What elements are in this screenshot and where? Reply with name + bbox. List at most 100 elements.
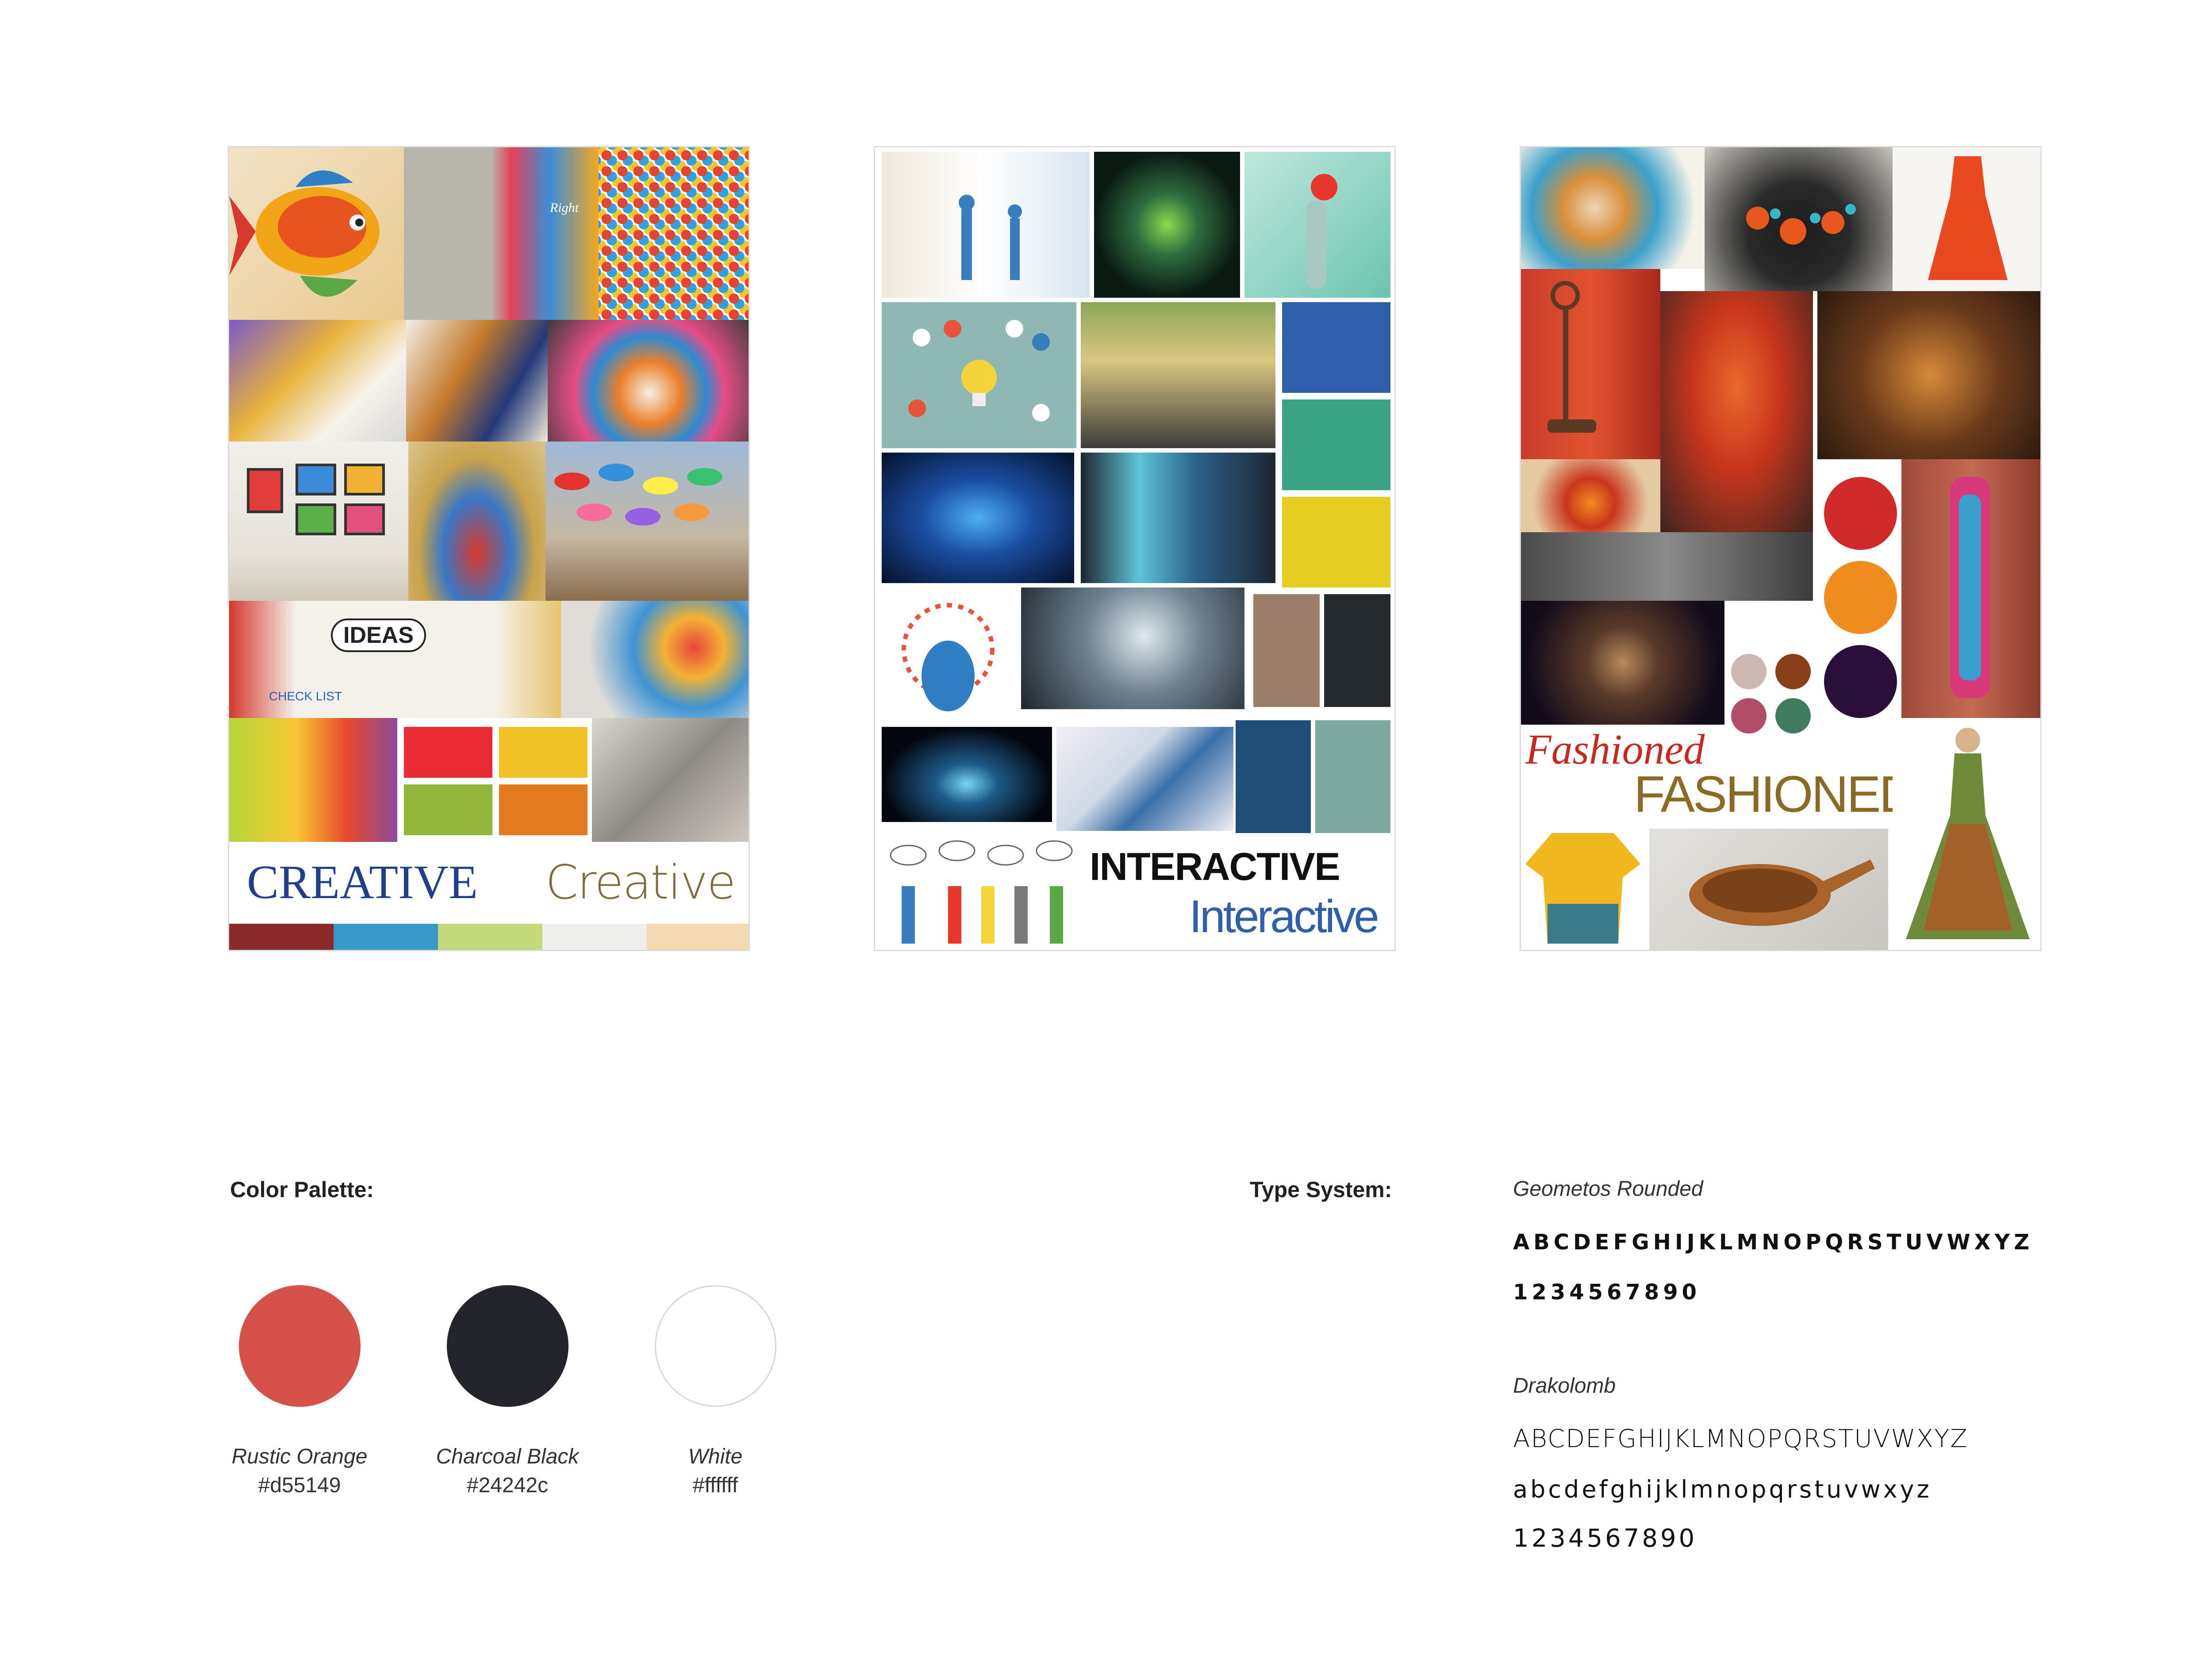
- image-blue-room: [882, 453, 1074, 583]
- fashioned-title-caps: FASHIONED: [1634, 765, 1916, 823]
- image-touchscreen-man: [1021, 588, 1244, 709]
- creative-swatch-orange: [499, 784, 588, 835]
- palette-circle-charcoal-black: [447, 1285, 568, 1407]
- creative-strip-2: [334, 924, 438, 950]
- geometos-numerals: 1234567890: [1513, 1280, 1701, 1305]
- image-mannequin-gown: [1893, 718, 2040, 950]
- image-light-tree: [882, 727, 1052, 822]
- image-portrait-collage: [1521, 147, 1705, 269]
- people-silhouette-icon: [959, 195, 1022, 280]
- lightbulb-icon: [908, 320, 1050, 422]
- palette-name-white: White: [688, 1445, 743, 1468]
- image-color-dots: [599, 147, 749, 320]
- moodboard-fashioned: Fashioned FASHIONED: [1520, 146, 2042, 951]
- palette-name-charcoal-black: Charcoal Black: [436, 1445, 579, 1468]
- palette-hex-rustic-orange: #d55149: [258, 1474, 341, 1497]
- image-finger-button: [1244, 152, 1390, 298]
- fashioned-dot-green: [1775, 698, 1811, 734]
- yarn-figure-icon: [1950, 477, 1990, 698]
- fashioned-dot-rose: [1731, 698, 1767, 734]
- fashioned-circle-red: [1824, 477, 1897, 550]
- image-creative-face: [406, 320, 548, 442]
- brain-right-text: Right: [550, 200, 579, 215]
- creative-strip-4: [542, 924, 647, 950]
- creative-swatch-red: [404, 727, 492, 778]
- creative-swatch-yellow: [499, 727, 588, 778]
- fashioned-dot-blush: [1731, 654, 1767, 689]
- dress-icon: [1928, 156, 2008, 280]
- image-paper-fish: [229, 147, 404, 320]
- image-gallery-room: [229, 442, 408, 601]
- interactive-swatch-charcoal: [1324, 594, 1390, 707]
- image-button-box: [1521, 532, 1813, 601]
- people-bubbles-icon: [890, 840, 1073, 944]
- image-touch-wall: [882, 152, 1090, 298]
- umbrellas-icon: [554, 464, 722, 526]
- palette-circle-white: [655, 1285, 776, 1407]
- image-neon-room: [229, 718, 397, 842]
- red-button-icon: [1306, 174, 1337, 289]
- interactive-swatch-taupe: [1253, 594, 1320, 707]
- image-paint-splash-man: [561, 601, 749, 718]
- image-fruit-bowl: [1521, 459, 1660, 532]
- interactive-swatch-blue: [1282, 302, 1390, 393]
- fish-illustration-icon: [229, 170, 380, 297]
- creative-strip-5: [647, 924, 749, 950]
- image-sketch-face: [592, 718, 749, 842]
- moodboard-creative: Right IDEAS CHECK LIST CREATIVE Creative: [228, 146, 750, 951]
- image-necklace: [1705, 147, 1893, 291]
- fashioned-circle-orange: [1824, 561, 1897, 634]
- image-red-door-key: [1521, 269, 1660, 459]
- creative-swatch-green: [404, 784, 492, 835]
- creative-title-script: Creative: [545, 855, 736, 910]
- interactive-title-caps: INTERACTIVE: [1090, 845, 1340, 888]
- image-ideas-doodle: IDEAS CHECK LIST: [229, 601, 561, 718]
- fashioned-dot-brown: [1775, 654, 1811, 689]
- font-name-geometos: Geometos Rounded: [1513, 1177, 1703, 1201]
- drakolomb-lowercase: abcdefghijklmnopqrstuvwxyz: [1513, 1475, 1932, 1503]
- head-profile-icon: [902, 603, 995, 711]
- type-system-label: Type System:: [1250, 1177, 1392, 1202]
- image-yellow-shirt: [1521, 824, 1645, 950]
- drakolomb-numerals: 1234567890: [1513, 1524, 1697, 1553]
- creative-strip-1: [229, 924, 334, 950]
- font-name-drakolomb: Drakolomb: [1513, 1374, 1616, 1398]
- image-hand-tablet: [1056, 727, 1233, 831]
- image-orange-dress: [1893, 147, 2040, 291]
- gown-mannequin-icon: [1906, 728, 2030, 939]
- key-icon: [1548, 281, 1596, 433]
- fashioned-circle-purple: [1824, 645, 1897, 718]
- interactive-swatch-sage: [1315, 720, 1390, 833]
- interactive-swatch-navy: [1236, 720, 1311, 833]
- image-dress-woman: [408, 442, 545, 601]
- image-feather-gown: [1660, 291, 1813, 532]
- image-umbrella-street: [545, 442, 749, 601]
- wooden-bowl-icon: [1689, 860, 1875, 926]
- creative-strip-3: [438, 924, 542, 950]
- creative-title-caps: CREATIVE: [247, 856, 478, 909]
- color-palette-label: Color Palette:: [230, 1177, 374, 1202]
- palette-name-rustic-orange: Rustic Orange: [231, 1445, 368, 1468]
- ideas-text: IDEAS: [331, 618, 426, 652]
- interactive-title-script: Interactive: [1189, 891, 1379, 942]
- image-keyboard-splash: [229, 320, 406, 442]
- interactive-swatch-green: [1282, 399, 1390, 490]
- image-yarn-brick: [1901, 459, 2040, 718]
- geometos-uppercase: ABCDEFGHIJKLMNOPQRSTUVWXYZ: [1513, 1230, 2034, 1255]
- interactive-swatch-yellow: [1282, 497, 1390, 588]
- shirt-icon: [1525, 833, 1640, 944]
- moodboard-interactive: INTERACTIVE Interactive: [874, 146, 1396, 951]
- image-screen-wall: [1081, 453, 1275, 583]
- image-network-map: [1094, 152, 1240, 298]
- drakolomb-uppercase: ABCDEFGHIJKLMNOPQRSTUVWXYZ: [1513, 1425, 1968, 1453]
- image-atrium: [1081, 302, 1275, 448]
- check-list-text: CHECK LIST: [269, 689, 342, 703]
- palette-hex-charcoal-black: #24242c: [466, 1474, 549, 1497]
- rose-necklace-icon: [1746, 204, 1856, 245]
- palette-hex-white: #ffffff: [692, 1474, 738, 1497]
- image-idea-icons: [882, 302, 1076, 448]
- palette-circle-rustic-orange: [239, 1285, 361, 1407]
- image-bulb-explosion: [548, 320, 749, 442]
- image-wooden-spoon: [1649, 829, 1888, 950]
- image-head-icons: [882, 588, 1017, 722]
